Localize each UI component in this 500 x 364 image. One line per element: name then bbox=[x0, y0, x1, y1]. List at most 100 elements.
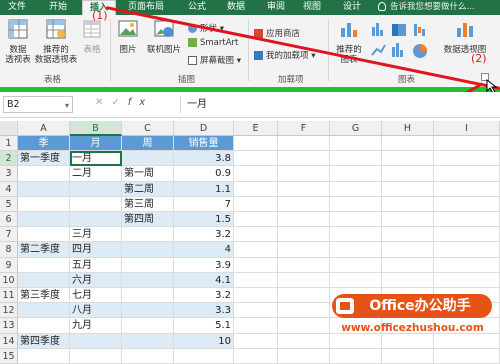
table-cell[interactable] bbox=[278, 151, 330, 167]
table-header-cell[interactable] bbox=[234, 136, 278, 152]
table-cell[interactable] bbox=[330, 166, 382, 182]
table-cell[interactable] bbox=[18, 166, 70, 182]
table-cell[interactable] bbox=[18, 257, 70, 273]
table-cell[interactable] bbox=[330, 212, 382, 228]
table-cell[interactable] bbox=[18, 196, 70, 212]
table-cell[interactable] bbox=[70, 212, 122, 228]
pivotchart-button[interactable]: 数据透视图 bbox=[440, 18, 490, 55]
row-header[interactable]: 3 bbox=[0, 166, 18, 182]
row-header[interactable]: 10 bbox=[0, 272, 18, 288]
my-addins-button[interactable]: 我的加载项 ▾ bbox=[254, 49, 315, 61]
row-header[interactable]: 11 bbox=[0, 288, 18, 304]
table-cell[interactable] bbox=[234, 303, 278, 319]
table-cell[interactable]: 4 bbox=[174, 242, 234, 258]
table-header-cell[interactable]: 季 bbox=[18, 136, 70, 152]
table-cell[interactable] bbox=[330, 227, 382, 243]
column-header-h[interactable]: H bbox=[382, 121, 434, 136]
table-cell[interactable] bbox=[70, 181, 122, 197]
table-cell[interactable] bbox=[330, 242, 382, 258]
table-cell[interactable]: 九月 bbox=[70, 318, 122, 334]
table-header-cell[interactable] bbox=[330, 136, 382, 152]
table-cell[interactable]: 3.9 bbox=[174, 257, 234, 273]
table-cell[interactable] bbox=[278, 242, 330, 258]
table-cell[interactable] bbox=[434, 227, 500, 243]
table-cell[interactable] bbox=[174, 348, 234, 364]
table-cell[interactable]: 七月 bbox=[70, 288, 122, 304]
table-cell[interactable] bbox=[278, 303, 330, 319]
table-cell[interactable]: 1.1 bbox=[174, 181, 234, 197]
column-header-c[interactable]: C bbox=[122, 121, 174, 136]
table-cell[interactable] bbox=[382, 181, 434, 197]
table-cell[interactable] bbox=[278, 272, 330, 288]
row-header[interactable]: 1 bbox=[0, 136, 18, 152]
table-cell[interactable] bbox=[234, 348, 278, 364]
table-cell[interactable] bbox=[122, 242, 174, 258]
table-cell[interactable]: 3.2 bbox=[174, 288, 234, 304]
table-cell[interactable] bbox=[234, 212, 278, 228]
table-cell[interactable] bbox=[234, 151, 278, 167]
table-cell[interactable] bbox=[122, 272, 174, 288]
table-cell[interactable] bbox=[278, 288, 330, 304]
table-cell[interactable]: 3.3 bbox=[174, 303, 234, 319]
table-cell[interactable] bbox=[122, 318, 174, 334]
table-cell[interactable] bbox=[434, 242, 500, 258]
table-cell[interactable] bbox=[278, 227, 330, 243]
table-cell[interactable] bbox=[234, 272, 278, 288]
table-cell[interactable] bbox=[234, 333, 278, 349]
cancel-icon[interactable]: ✕ bbox=[95, 97, 111, 108]
table-cell[interactable] bbox=[18, 212, 70, 228]
table-cell[interactable] bbox=[70, 196, 122, 212]
recommended-pivottables-button[interactable]: 推荐的 数据透视表 bbox=[34, 18, 78, 65]
table-cell[interactable] bbox=[434, 181, 500, 197]
table-cell[interactable]: 四月 bbox=[70, 242, 122, 258]
table-cell[interactable] bbox=[122, 333, 174, 349]
table-cell[interactable]: 一月 bbox=[70, 151, 122, 167]
table-cell[interactable]: 第一周 bbox=[122, 166, 174, 182]
table-cell[interactable] bbox=[122, 348, 174, 364]
table-cell[interactable] bbox=[70, 348, 122, 364]
table-header-cell[interactable]: 周 bbox=[122, 136, 174, 152]
column-header-e[interactable]: E bbox=[234, 121, 278, 136]
table-cell[interactable] bbox=[278, 166, 330, 182]
row-header[interactable]: 14 bbox=[0, 333, 18, 349]
confirm-icon[interactable]: ✓ bbox=[111, 97, 127, 108]
table-cell[interactable] bbox=[234, 318, 278, 334]
row-header[interactable]: 13 bbox=[0, 318, 18, 334]
table-header-cell[interactable]: 销售量 bbox=[174, 136, 234, 152]
table-header-cell[interactable] bbox=[278, 136, 330, 152]
table-cell[interactable]: 第三季度 bbox=[18, 288, 70, 304]
row-header[interactable]: 9 bbox=[0, 257, 18, 273]
table-cell[interactable] bbox=[18, 348, 70, 364]
table-cell[interactable] bbox=[70, 333, 122, 349]
table-cell[interactable]: 7 bbox=[174, 196, 234, 212]
table-cell[interactable] bbox=[330, 257, 382, 273]
table-cell[interactable]: 10 bbox=[174, 333, 234, 349]
tab-file[interactable]: 文件 bbox=[2, 0, 32, 15]
tell-me-box[interactable]: 告诉我您想要做什么... bbox=[378, 0, 500, 15]
table-cell[interactable] bbox=[330, 181, 382, 197]
table-cell[interactable] bbox=[382, 257, 434, 273]
table-cell[interactable] bbox=[234, 227, 278, 243]
row-header[interactable]: 12 bbox=[0, 303, 18, 319]
table-cell[interactable] bbox=[382, 348, 434, 364]
table-cell[interactable] bbox=[382, 166, 434, 182]
table-cell[interactable] bbox=[434, 151, 500, 167]
table-cell[interactable] bbox=[382, 242, 434, 258]
table-cell[interactable]: 第四季度 bbox=[18, 333, 70, 349]
tab-view[interactable]: 视图 bbox=[298, 0, 326, 15]
table-cell[interactable] bbox=[434, 348, 500, 364]
table-cell[interactable]: 第二周 bbox=[122, 181, 174, 197]
tab-formulas[interactable]: 公式 bbox=[183, 0, 211, 15]
column-header-i[interactable]: I bbox=[434, 121, 500, 136]
row-header[interactable]: 5 bbox=[0, 196, 18, 212]
column-header-f[interactable]: F bbox=[278, 121, 330, 136]
table-cell[interactable] bbox=[330, 196, 382, 212]
table-cell[interactable]: 三月 bbox=[70, 227, 122, 243]
table-cell[interactable]: 第一季度 bbox=[18, 151, 70, 167]
pivottable-button[interactable]: 数据 透视表 bbox=[2, 18, 34, 65]
table-cell[interactable] bbox=[122, 227, 174, 243]
table-cell[interactable] bbox=[330, 333, 382, 349]
chart-type-gallery[interactable] bbox=[370, 21, 434, 63]
formula-input[interactable]: 一月 bbox=[180, 96, 498, 113]
table-cell[interactable]: 5.1 bbox=[174, 318, 234, 334]
